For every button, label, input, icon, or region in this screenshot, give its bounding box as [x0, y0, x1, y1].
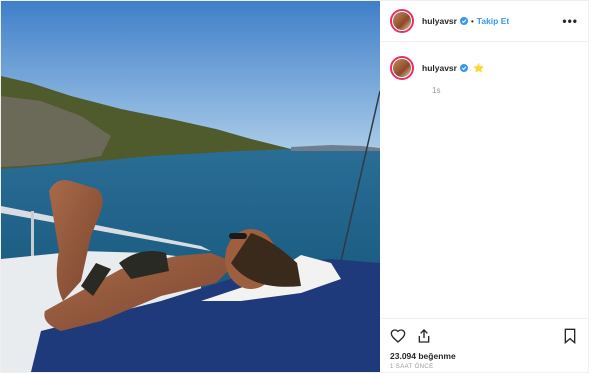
photo-illustration	[1, 1, 380, 372]
likes-count[interactable]: 23.094 beğenme	[390, 351, 578, 361]
caption-avatar-image	[393, 59, 411, 77]
post-sidebar: hulyavsr • Takip Et ••• hulyavsr ⭐ 1s 23…	[380, 1, 588, 372]
action-bar	[390, 327, 578, 345]
post-photo[interactable]	[1, 1, 380, 372]
share-icon[interactable]	[416, 328, 432, 344]
instagram-post: hulyavsr • Takip Et ••• hulyavsr ⭐ 1s 23…	[0, 0, 589, 373]
separator-dot: •	[470, 16, 474, 26]
bookmark-icon[interactable]	[562, 328, 578, 344]
caption-text: ⭐	[472, 62, 485, 73]
post-header: hulyavsr • Takip Et •••	[380, 1, 588, 42]
post-actions-section: 23.094 beğenme 1 SAAT ÖNCE	[380, 318, 588, 370]
more-options-icon[interactable]: •••	[562, 15, 578, 27]
heart-icon[interactable]	[390, 328, 406, 344]
follow-button[interactable]: Takip Et	[477, 16, 509, 26]
avatar[interactable]	[390, 9, 414, 33]
username[interactable]: hulyavsr	[422, 16, 457, 26]
caption-time: 1s	[432, 86, 441, 95]
caption-username[interactable]: hulyavsr	[422, 63, 457, 73]
avatar-image	[393, 12, 411, 30]
verified-badge-icon	[459, 17, 468, 25]
caption: hulyavsr ⭐ 1s	[380, 42, 588, 95]
caption-avatar[interactable]	[390, 56, 414, 80]
post-timestamp: 1 SAAT ÖNCE	[390, 364, 434, 370]
verified-badge-icon	[459, 64, 468, 72]
